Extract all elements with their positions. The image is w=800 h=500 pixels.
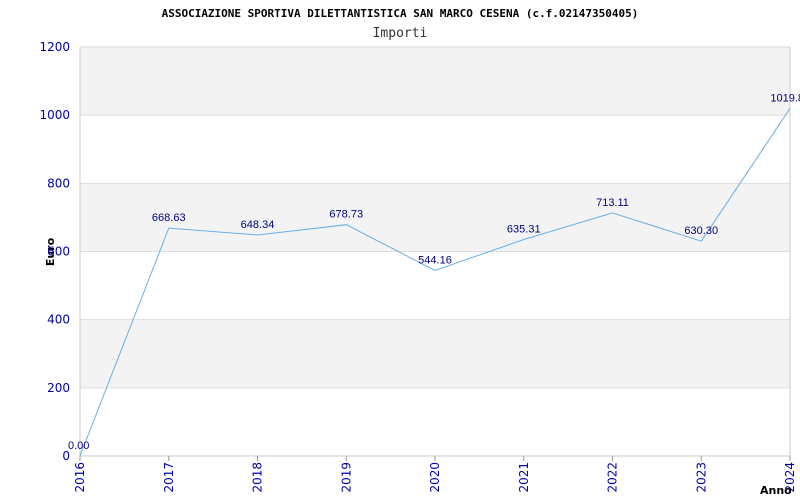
x-tick-label: 2016 bbox=[73, 462, 87, 493]
data-label: 713.11 bbox=[596, 197, 629, 209]
y-tick-label: 1000 bbox=[39, 108, 70, 122]
x-tick-label: 2019 bbox=[339, 462, 353, 493]
grid-band bbox=[80, 115, 790, 184]
grid-band bbox=[80, 47, 790, 116]
data-label: 630.30 bbox=[684, 225, 718, 237]
data-label: 678.73 bbox=[329, 209, 363, 221]
x-tick-label: 2020 bbox=[428, 462, 442, 493]
data-label: 668.63 bbox=[152, 212, 186, 224]
data-label: 635.31 bbox=[507, 223, 541, 235]
x-tick-label: 2017 bbox=[162, 462, 176, 493]
chart-subtitle: Importi bbox=[373, 26, 428, 41]
y-tick-label: 400 bbox=[47, 313, 70, 327]
data-label: 544.16 bbox=[418, 255, 452, 267]
data-label: 0.00 bbox=[68, 440, 89, 452]
data-label: 648.34 bbox=[241, 219, 275, 231]
x-tick-label: 2022 bbox=[606, 462, 620, 493]
x-tick-label: 2024 bbox=[783, 462, 797, 493]
x-tick-label: 2018 bbox=[251, 462, 265, 493]
y-tick-label: 200 bbox=[47, 381, 70, 395]
grid-band bbox=[80, 319, 790, 388]
x-tick-label: 2021 bbox=[517, 462, 531, 493]
line-chart: ASSOCIAZIONE SPORTIVA DILETTANTISTICA SA… bbox=[39, 7, 800, 497]
x-tick-label: 2023 bbox=[694, 462, 708, 493]
y-tick-label: 1200 bbox=[39, 40, 70, 54]
y-tick-label: 800 bbox=[47, 176, 70, 190]
data-label: 1019.8 bbox=[770, 92, 800, 104]
grid-band bbox=[80, 183, 790, 252]
x-tick-labels: 2016 2017 2018 2019 2020 2021 2022 2023 2024 bbox=[73, 462, 797, 493]
y-tick-label: 600 bbox=[47, 245, 70, 259]
grid-band bbox=[80, 387, 790, 456]
chart-title: ASSOCIAZIONE SPORTIVA DILETTANTISTICA SA… bbox=[162, 7, 639, 20]
